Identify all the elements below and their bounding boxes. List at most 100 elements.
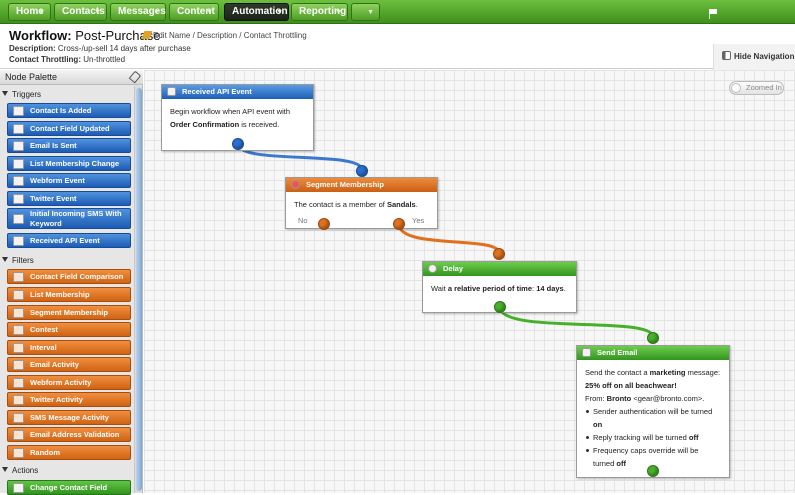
palette-item-webform-activity[interactable]: Webform Activity [7,375,131,390]
input-port[interactable] [356,165,368,177]
nav-contacts[interactable]: Contacts ▼ [54,3,107,21]
node-type-icon [13,482,24,493]
setting-value: off [688,433,699,442]
palette-item-twitter-event[interactable]: Twitter Event [7,191,131,206]
triangle-down-icon [2,467,8,472]
node-type-icon [13,158,24,169]
palette-item-interval[interactable]: Interval [7,340,131,355]
palette-item-label: Contact Is Added [30,105,92,115]
node-text: message: [685,368,721,377]
nav-automation[interactable]: Automation ▼ [224,3,289,21]
scrollbar-thumb[interactable] [136,88,142,491]
palette-item-contest[interactable]: Contest [7,322,131,337]
workflow-description: Description: Cross-/up-sell 14 days afte… [9,44,191,53]
node-type-icon [13,307,24,318]
palette-item-label: Initial Incoming SMS With Keyword [30,208,122,228]
chevron-down-icon: ▼ [276,9,283,16]
node-title: Segment Membership [306,180,384,189]
node-type-icon [13,123,24,134]
workflow-canvas[interactable]: Zoomed In Received API Event Begin workf… [144,70,795,493]
message-type: marketing [649,368,686,377]
node-type-icon [13,271,24,282]
palette-item-received-api-event[interactable]: Received API Event [7,233,131,248]
nav-reporting[interactable]: Reporting ▼ [291,3,348,21]
nav-home[interactable]: Home ▼ [8,3,51,21]
pin-icon[interactable] [128,70,142,84]
palette-item-email-activity[interactable]: Email Activity [7,357,131,372]
title-prefix: Workflow: [9,28,72,43]
palette-item-label: Email Address Validation [30,429,120,439]
section-filters[interactable]: Filters [2,256,34,266]
section-label: Filters [12,256,34,265]
edit-links[interactable]: Edit Name / Description / Contact Thrott… [141,31,307,40]
node-header: Send Email [577,346,729,360]
chevron-down-icon: ▼ [335,9,342,16]
section-actions[interactable]: Actions [2,466,38,476]
node-title: Received API Event [182,87,252,96]
clock-icon [428,264,437,273]
node-type-icon [13,235,24,246]
node-type-icon [13,213,24,224]
edit-links-text[interactable]: Edit Name / Description / Contact Thrott… [153,31,307,40]
node-type-icon [13,324,24,335]
triangle-down-icon [2,257,8,262]
palette-item-label: SMS Message Activity [30,412,109,422]
palette-item-label: List Membership [30,289,90,299]
palette-item-contact-is-added[interactable]: Contact Is Added [7,103,131,118]
chevron-down-icon: ▼ [94,9,101,16]
palette-item-sms-message-activity[interactable]: SMS Message Activity [7,410,131,425]
hide-navigation-button[interactable]: Hide Navigation [713,44,795,70]
input-port[interactable] [647,332,659,344]
palette-item-contact-field-updated[interactable]: Contact Field Updated [7,121,131,136]
palette-item-segment-membership[interactable]: Segment Membership [7,305,131,320]
palette-scrollbar[interactable] [134,86,142,493]
section-triggers[interactable]: Triggers [2,90,41,100]
node-body: The contact is a member of Sandals. [286,192,437,217]
node-type-icon [13,359,24,370]
palette-item-label: Received API Event [30,235,100,245]
node-header: Segment Membership [286,178,437,192]
palette-item-initial-incoming-sms-with-keyword[interactable]: Initial Incoming SMS With Keyword [7,208,131,229]
delay-type: a relative period of time [447,284,533,293]
node-type-icon [13,447,24,458]
palette-item-twitter-activity[interactable]: Twitter Activity [7,392,131,407]
output-port-yes[interactable] [393,218,405,230]
palette-item-label: Random [30,447,60,457]
node-palette-header: Node Palette [0,70,143,85]
palette-item-email-is-sent[interactable]: Email Is Sent [7,138,131,153]
nav-messages[interactable]: Messages ▼ [110,3,166,21]
output-port[interactable] [647,465,659,477]
event-name: Order Confirmation [170,120,240,129]
palette-item-list-membership-change[interactable]: List Membership Change [7,156,131,171]
input-port[interactable] [493,248,505,260]
node-send-email[interactable]: Send Email Send the contact a marketing … [576,345,730,478]
output-port[interactable] [232,138,244,150]
section-label: Triggers [12,90,42,99]
workflow-throttling: Contact Throttling: Un-throttled [9,55,125,64]
node-body: Wait a relative period of time: 14 days. [423,276,576,301]
palette-item-email-address-validation[interactable]: Email Address Validation [7,427,131,442]
node-type-icon [13,394,24,405]
from-line: From: Bronto <gear@bronto.com>. [585,392,721,405]
node-text: Frequency caps override will be turned [593,446,699,468]
node-type-icon [13,105,24,116]
palette-item-webform-event[interactable]: Webform Event [7,173,131,188]
chevron-down-icon: ▼ [153,9,160,16]
sender-name: Bronto [606,394,632,403]
sender-address: <gear@bronto.com>. [631,394,705,403]
envelope-icon [582,348,591,357]
palette-item-label: Segment Membership [30,307,108,317]
node-text: From: [585,394,607,403]
output-port[interactable] [494,301,506,313]
nav-content[interactable]: Content ▼ [169,3,219,21]
palette-item-label: Interval [30,342,57,352]
node-segment-membership[interactable]: Segment Membership The contact is a memb… [285,177,438,229]
flag-icon [709,9,718,19]
palette-item-label: Contest [30,324,58,334]
palette-item-random[interactable]: Random [7,445,131,460]
chevron-down-icon: ▼ [38,9,45,16]
palette-item-contact-field-comparison[interactable]: Contact Field Comparison [7,269,131,284]
nav-flag-menu[interactable]: ▼ [351,3,717,21]
palette-item-list-membership[interactable]: List Membership [7,287,131,302]
output-port-no[interactable] [318,218,330,230]
